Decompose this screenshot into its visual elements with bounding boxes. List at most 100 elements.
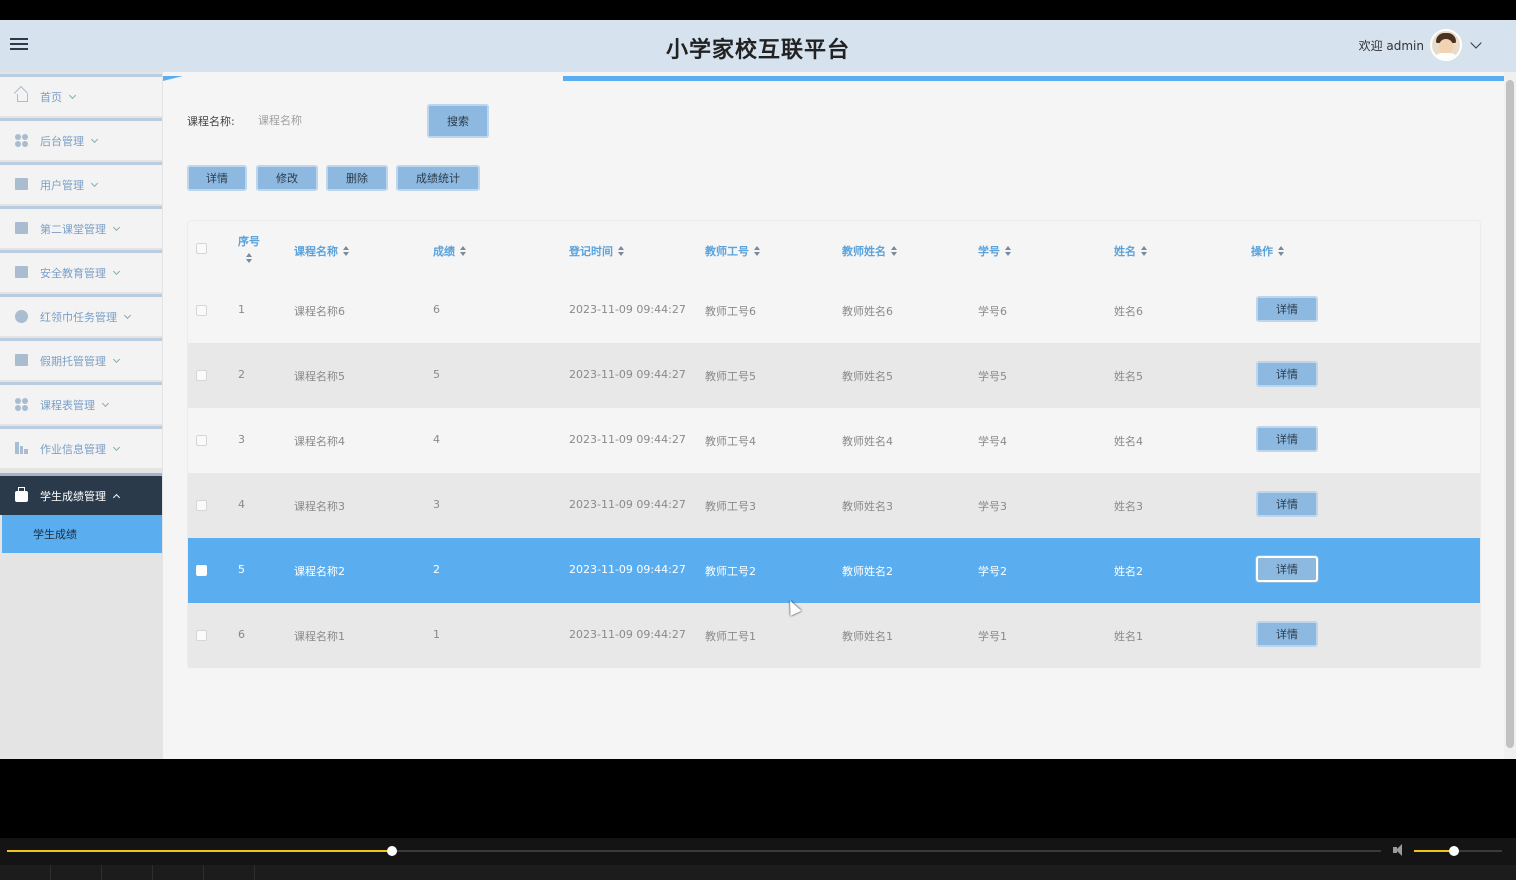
- select-all-checkbox[interactable]: [196, 243, 207, 254]
- table-row[interactable]: 6 课程名称1 1 2023-11-09 09:44:27 教师工号1 教师姓名…: [188, 603, 1480, 668]
- book-icon: [15, 178, 30, 191]
- sort-icon[interactable]: [245, 253, 253, 263]
- search-button[interactable]: 搜索: [427, 104, 489, 138]
- row-detail-button[interactable]: 详情: [1256, 556, 1318, 582]
- search-input[interactable]: [252, 104, 412, 136]
- column-header-name[interactable]: 姓名: [1114, 243, 1148, 259]
- score-stats-button[interactable]: 成绩统计: [396, 165, 480, 191]
- column-header-no[interactable]: 序号: [238, 233, 260, 263]
- table-row[interactable]: 4 课程名称3 3 2023-11-09 09:44:27 教师工号3 教师姓名…: [188, 473, 1480, 538]
- sidebar-item-timetable[interactable]: 课程表管理: [0, 382, 162, 424]
- sort-icon[interactable]: [1278, 246, 1285, 256]
- sidebar-item-safety-education[interactable]: 安全教育管理: [0, 250, 162, 292]
- volume-slider[interactable]: [1414, 846, 1502, 856]
- row-checkbox[interactable]: [196, 630, 207, 641]
- chevron-down-icon: [68, 91, 77, 99]
- row-detail-button[interactable]: 详情: [1256, 296, 1318, 322]
- sort-icon[interactable]: [1005, 246, 1012, 256]
- scrollbar-thumb[interactable]: [1506, 80, 1514, 748]
- column-header-course[interactable]: 课程名称: [294, 243, 350, 259]
- sort-icon[interactable]: [891, 246, 898, 256]
- sort-icon[interactable]: [1141, 246, 1148, 256]
- column-header-student-id[interactable]: 学号: [978, 243, 1012, 259]
- row-checkbox[interactable]: [196, 565, 207, 576]
- column-header-label: 姓名: [1114, 245, 1136, 258]
- cell-student-id: 学号3: [978, 500, 1007, 513]
- cell-student-id: 学号5: [978, 370, 1007, 383]
- sidebar-item-label: 首页: [40, 90, 62, 104]
- column-header-actions[interactable]: 操作: [1251, 243, 1285, 259]
- chevron-down-icon[interactable]: [1470, 37, 1482, 49]
- sidebar-item-red-scarf-tasks[interactable]: 红领巾任务管理: [0, 294, 162, 336]
- cell-score: 5: [433, 368, 440, 381]
- sidebar-item-homework[interactable]: 作业信息管理: [0, 426, 162, 468]
- detail-button[interactable]: 详情: [187, 165, 247, 191]
- cell-teacher-name: 教师姓名3: [842, 500, 893, 513]
- cell-student-id: 学号4: [978, 435, 1007, 448]
- table-row[interactable]: 3 课程名称4 4 2023-11-09 09:44:27 教师工号4 教师姓名…: [188, 408, 1480, 473]
- row-detail-button[interactable]: 详情: [1256, 491, 1318, 517]
- cell-name: 姓名6: [1114, 305, 1143, 318]
- column-header-teacher-id[interactable]: 教师工号: [705, 243, 761, 259]
- row-checkbox[interactable]: [196, 305, 207, 316]
- window-icon: [15, 266, 30, 279]
- vertical-scrollbar[interactable]: [1504, 72, 1516, 759]
- cell-score: 3: [433, 498, 440, 511]
- row-detail-button[interactable]: 详情: [1256, 361, 1318, 387]
- column-header-label: 教师工号: [705, 245, 749, 258]
- cell-course: 课程名称1: [294, 630, 345, 643]
- column-header-time[interactable]: 登记时间: [569, 243, 625, 259]
- row-checkbox[interactable]: [196, 500, 207, 511]
- sidebar-subitem-student-scores[interactable]: 学生成绩: [2, 515, 162, 553]
- row-checkbox[interactable]: [196, 435, 207, 446]
- cell-score: 2: [433, 563, 440, 576]
- row-detail-button[interactable]: 详情: [1256, 621, 1318, 647]
- cell-teacher-id: 教师工号4: [705, 435, 756, 448]
- sort-icon[interactable]: [754, 246, 761, 256]
- home-icon: [15, 90, 30, 103]
- sidebar-item-users[interactable]: 用户管理: [0, 162, 162, 204]
- sidebar-item-holiday-care[interactable]: 假期托管管理: [0, 338, 162, 380]
- column-header-score[interactable]: 成绩: [433, 243, 467, 259]
- row-detail-button[interactable]: 详情: [1256, 426, 1318, 452]
- cell-name: 姓名1: [1114, 630, 1143, 643]
- sidebar-item-label: 假期托管管理: [40, 354, 106, 368]
- sidebar-item-label: 第二课堂管理: [40, 222, 106, 236]
- user-menu[interactable]: 欢迎 admin: [1358, 28, 1482, 62]
- cell-course: 课程名称3: [294, 500, 345, 513]
- sidebar-item-student-scores[interactable]: 学生成绩管理: [0, 473, 162, 515]
- cell-teacher-id: 教师工号2: [705, 565, 756, 578]
- welcome-text: 欢迎 admin: [1358, 38, 1424, 53]
- sort-icon[interactable]: [460, 246, 467, 256]
- app-window: 小学家校互联平台 欢迎 admin 首页 后台管理 用户管理 第二课堂管理 安全…: [0, 20, 1516, 759]
- edit-button[interactable]: 修改: [256, 165, 318, 191]
- table-row-selected[interactable]: 5 课程名称2 2 2023-11-09 09:44:27 教师工号2 教师姓名…: [188, 538, 1480, 603]
- stack-icon: [15, 222, 30, 235]
- video-frame: 小学家校互联平台 欢迎 admin 首页 后台管理 用户管理 第二课堂管理 安全…: [0, 0, 1516, 880]
- delete-button[interactable]: 删除: [326, 165, 388, 191]
- volume-icon[interactable]: [1393, 844, 1407, 856]
- cell-name: 姓名5: [1114, 370, 1143, 383]
- sort-icon[interactable]: [343, 246, 350, 256]
- seek-progress: [7, 850, 392, 852]
- row-checkbox[interactable]: [196, 370, 207, 381]
- column-header-label: 操作: [1251, 245, 1273, 258]
- avatar[interactable]: [1430, 29, 1462, 61]
- column-header-label: 登记时间: [569, 245, 613, 258]
- seek-handle[interactable]: [386, 846, 397, 856]
- volume-handle[interactable]: [1448, 846, 1459, 856]
- table-row[interactable]: 1 课程名称6 6 2023-11-09 09:44:27 教师工号6 教师姓名…: [188, 278, 1480, 343]
- chevron-down-icon: [112, 443, 121, 451]
- cell-student-id: 学号1: [978, 630, 1007, 643]
- sidebar-item-home[interactable]: 首页: [0, 74, 162, 116]
- column-header-teacher-name[interactable]: 教师姓名: [842, 243, 898, 259]
- sidebar-item-backend[interactable]: 后台管理: [0, 118, 162, 160]
- seek-bar[interactable]: [7, 846, 1381, 856]
- table-row[interactable]: 2 课程名称5 5 2023-11-09 09:44:27 教师工号5 教师姓名…: [188, 343, 1480, 408]
- sidebar-item-label: 红领巾任务管理: [40, 310, 117, 324]
- chevron-down-icon: [101, 399, 110, 407]
- search-label: 课程名称:: [187, 115, 235, 128]
- sort-icon[interactable]: [618, 246, 625, 256]
- sidebar-item-second-classroom[interactable]: 第二课堂管理: [0, 206, 162, 248]
- cell-time: 2023-11-09 09:44:27: [569, 303, 686, 316]
